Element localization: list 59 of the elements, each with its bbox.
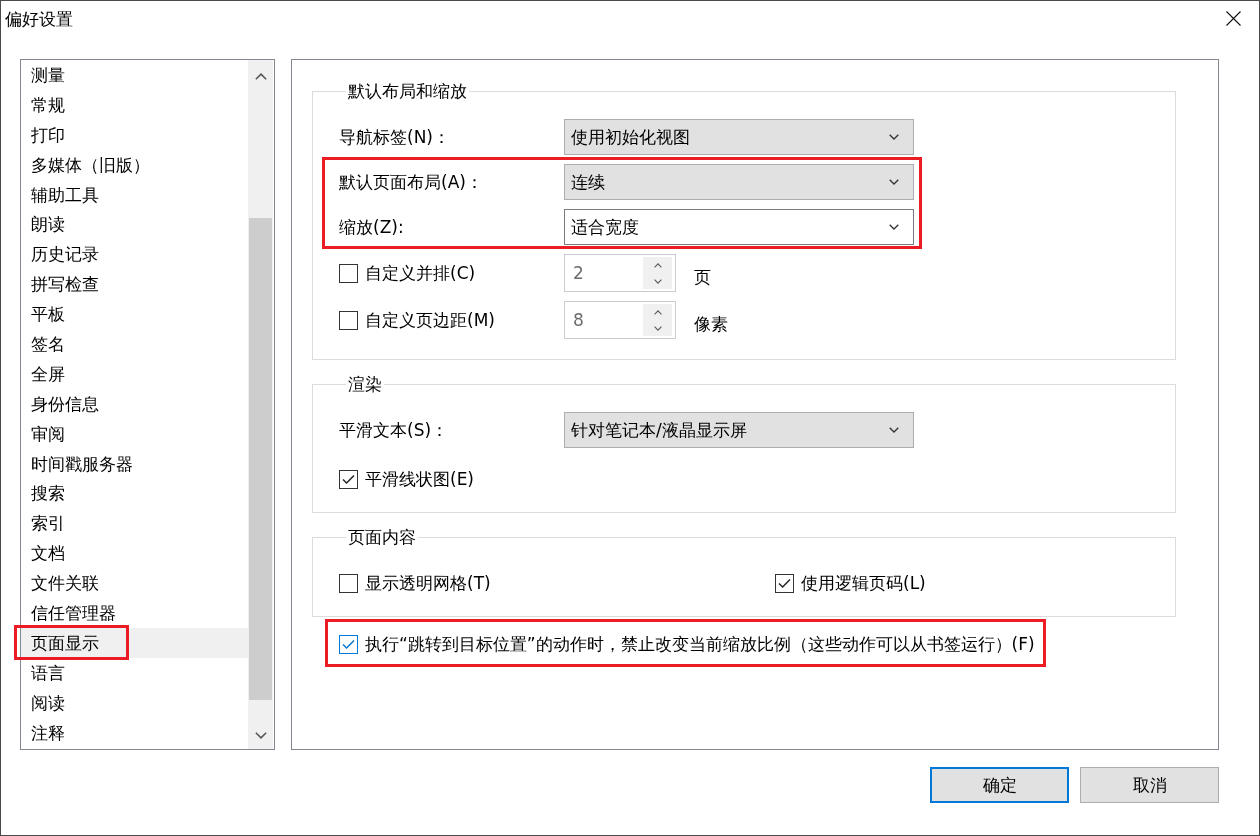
combo-box[interactable]: 适合宽度 <box>564 209 914 245</box>
chevron-up-icon <box>653 262 662 268</box>
checkbox-label[interactable]: 使用逻辑页码(L) <box>801 573 926 593</box>
checkbox-label[interactable]: 平滑线状图(E) <box>365 469 474 489</box>
sidebar-item[interactable]: 索引 <box>21 508 248 539</box>
checkbox-label[interactable]: 执行“跳转到目标位置”的动作时，禁止改变当前缩放比例（这些动作可以从书签运行）(F) <box>365 634 1035 654</box>
group-title: 渲染 <box>347 374 383 394</box>
chevron-down-icon <box>889 427 899 433</box>
sidebar-item[interactable]: 辅助工具 <box>21 179 248 210</box>
sidebar-item[interactable]: 文档 <box>21 538 248 569</box>
sidebar-item[interactable]: 朗读 <box>21 209 248 240</box>
unit-label: 像素 <box>694 313 728 334</box>
chevron-down-icon <box>653 278 662 284</box>
sidebar-item[interactable]: 历史记录 <box>21 239 248 270</box>
sidebar-item[interactable]: 信任管理器 <box>21 598 248 628</box>
chevron-up-icon <box>254 72 267 80</box>
dropdown[interactable]: 连续 <box>564 164 914 200</box>
sidebar-item[interactable]: 阅读 <box>21 687 248 718</box>
ok-button[interactable]: 确定 <box>930 767 1069 803</box>
chevron-down-icon <box>889 224 899 230</box>
field-label: 缩放(Z): <box>339 217 405 237</box>
sidebar-item[interactable]: 常规 <box>21 89 248 120</box>
chevron-down-icon <box>889 179 899 185</box>
field-label: 导航标签(N)： <box>339 127 451 147</box>
sidebar-item[interactable]: 时间戳服务器 <box>21 448 248 479</box>
chevron-down-icon <box>653 325 662 331</box>
checkbox[interactable] <box>339 634 358 654</box>
group-title: 页面内容 <box>347 527 417 547</box>
dropdown[interactable]: 使用初始化视图 <box>564 119 914 155</box>
sidebar-item[interactable]: 语言 <box>21 657 248 688</box>
field-label: 平滑文本(S)： <box>339 420 450 440</box>
close-icon[interactable] <box>1226 11 1241 26</box>
dropdown[interactable]: 针对笔记本/液晶显示屏 <box>564 412 914 448</box>
sidebar-item[interactable]: 平板 <box>21 299 248 329</box>
sidebar-item[interactable]: 测量 <box>21 60 248 90</box>
sidebar-item[interactable]: 拼写检查 <box>21 269 248 300</box>
sidebar-item[interactable]: 签名 <box>21 329 248 359</box>
scrollbar[interactable] <box>248 60 273 749</box>
window-title: 偏好设置 <box>5 8 73 29</box>
chevron-down-icon <box>889 134 899 140</box>
sidebar-item[interactable]: 文件关联 <box>21 568 248 599</box>
sidebar-item[interactable]: 注释 <box>21 717 248 748</box>
checkbox[interactable] <box>339 469 358 489</box>
sidebar-item[interactable]: 全屏 <box>21 358 248 389</box>
checkbox-label[interactable]: 显示透明网格(T) <box>365 573 491 593</box>
sidebar-item[interactable]: 搜索 <box>21 478 248 509</box>
sidebar-item[interactable]: 多媒体（旧版） <box>21 149 248 180</box>
group-title: 默认布局和缩放 <box>347 81 468 101</box>
checkbox[interactable] <box>339 573 358 593</box>
chevron-down-icon <box>254 731 267 739</box>
sidebar-item[interactable]: 审阅 <box>21 418 248 449</box>
checkbox[interactable] <box>775 573 794 593</box>
chevron-up-icon <box>653 309 662 315</box>
sidebar-item[interactable]: 打印 <box>21 119 248 150</box>
sidebar-item[interactable]: 身份信息 <box>21 388 248 419</box>
field-label: 默认页面布局(A)： <box>339 172 484 192</box>
unit-label: 页 <box>694 266 711 287</box>
scrollbar-thumb[interactable] <box>249 218 272 700</box>
cancel-button[interactable]: 取消 <box>1080 767 1219 803</box>
